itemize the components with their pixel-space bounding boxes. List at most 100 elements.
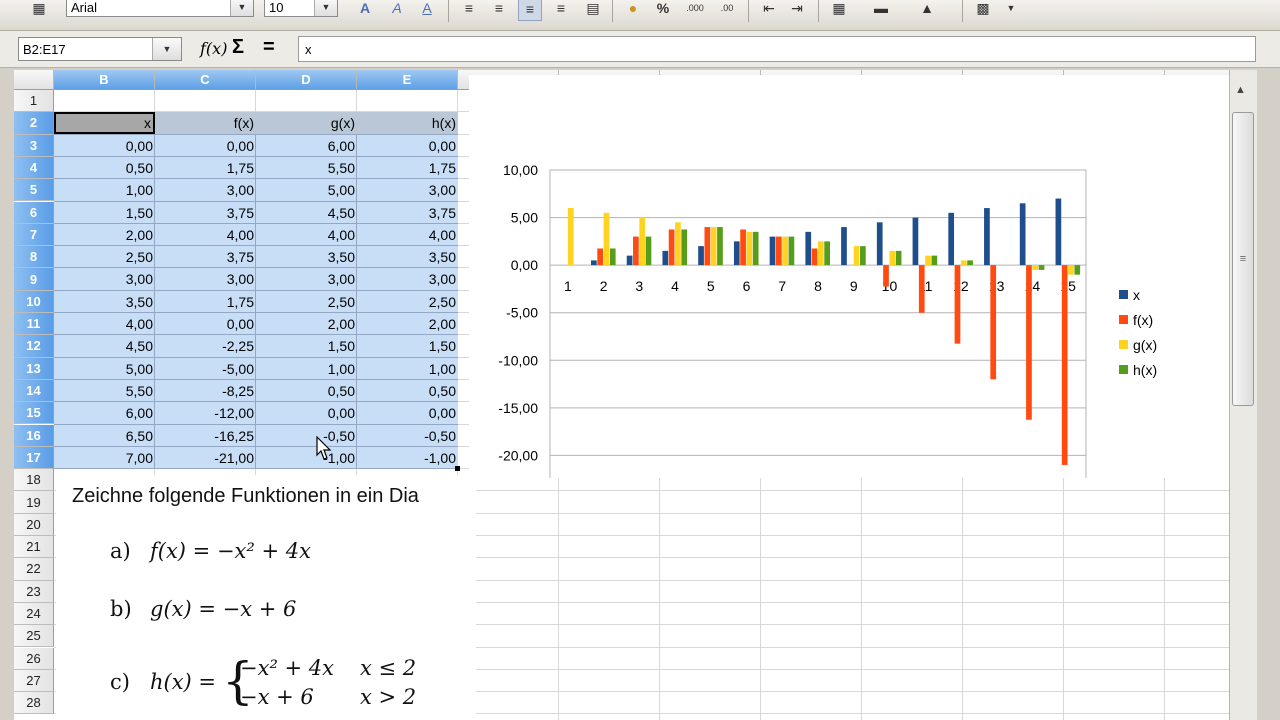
table-cell[interactable]: -8,25 bbox=[155, 380, 256, 402]
row-header-27[interactable]: 27 bbox=[14, 669, 54, 693]
row-header-20[interactable]: 20 bbox=[14, 513, 54, 536]
row-header-23[interactable]: 23 bbox=[14, 580, 54, 603]
table-cell[interactable]: 6,50 bbox=[54, 425, 155, 447]
row-header-25[interactable]: 25 bbox=[14, 625, 54, 648]
table-cell[interactable]: 1,50 bbox=[357, 335, 458, 357]
table-header-cell[interactable]: h(x) bbox=[357, 112, 458, 135]
row-header-28[interactable]: 28 bbox=[14, 692, 54, 715]
table-cell[interactable]: 4,50 bbox=[256, 202, 357, 224]
table-cell[interactable]: 3,00 bbox=[155, 268, 256, 290]
select-all-corner[interactable] bbox=[14, 70, 54, 90]
table-cell[interactable]: 4,00 bbox=[357, 224, 458, 246]
row-header-8[interactable]: 8 bbox=[14, 246, 54, 269]
align-left-icon[interactable]: ≡ bbox=[458, 0, 480, 19]
table-cell[interactable]: 5,50 bbox=[54, 380, 155, 402]
fill-handle[interactable] bbox=[455, 466, 460, 472]
table-cell[interactable]: 1,00 bbox=[357, 358, 458, 380]
table-cell[interactable]: 0,00 bbox=[357, 402, 458, 424]
merge-icon[interactable]: ▤ bbox=[582, 0, 604, 19]
font-size-box[interactable]: 10 ▼ bbox=[264, 0, 338, 17]
row-header-10[interactable]: 10 bbox=[14, 290, 54, 313]
table-cell[interactable]: 3,75 bbox=[155, 202, 256, 224]
table-cell[interactable]: 7,00 bbox=[54, 447, 155, 469]
table-cell[interactable]: 6,00 bbox=[256, 135, 357, 157]
align-right-icon[interactable]: ≡ bbox=[518, 0, 542, 21]
row-header-22[interactable]: 22 bbox=[14, 558, 54, 581]
table-cell[interactable]: -21,00 bbox=[155, 447, 256, 469]
table-cell[interactable]: 4,00 bbox=[54, 313, 155, 335]
table-cell[interactable]: 3,75 bbox=[357, 202, 458, 224]
chevron-down-icon[interactable]: ▼ bbox=[314, 0, 337, 16]
table-cell[interactable]: 1,75 bbox=[357, 157, 458, 179]
column-header-c[interactable]: C bbox=[155, 70, 256, 90]
row-header-5[interactable]: 5 bbox=[14, 179, 54, 202]
table-cell[interactable]: 1,50 bbox=[54, 202, 155, 224]
row-header-19[interactable]: 19 bbox=[14, 491, 54, 514]
row-header-12[interactable]: 12 bbox=[14, 335, 54, 358]
align-center-icon[interactable]: ≡ bbox=[488, 0, 510, 19]
table-cell[interactable]: 2,00 bbox=[256, 313, 357, 335]
table-cell[interactable]: 4,00 bbox=[155, 224, 256, 246]
table-cell[interactable]: 0,50 bbox=[357, 380, 458, 402]
indent-increase-icon[interactable]: ⇥ bbox=[786, 0, 808, 19]
table-cell[interactable]: 3,00 bbox=[155, 179, 256, 201]
table-cell[interactable]: 6,00 bbox=[54, 402, 155, 424]
chevron-down-icon[interactable]: ▼ bbox=[152, 38, 181, 60]
table-cell[interactable]: 1,75 bbox=[155, 291, 256, 313]
scrollbar-thumb[interactable]: ≡ bbox=[1232, 112, 1254, 406]
table-cell[interactable]: 3,00 bbox=[256, 268, 357, 290]
row-header-2[interactable]: 2 bbox=[14, 112, 54, 135]
row-header-24[interactable]: 24 bbox=[14, 602, 54, 626]
table-cell[interactable]: 1,00 bbox=[54, 179, 155, 201]
column-header-e[interactable]: E bbox=[357, 70, 458, 90]
row-header-13[interactable]: 13 bbox=[14, 357, 54, 380]
table-cell[interactable]: 0,00 bbox=[155, 313, 256, 335]
sum-icon[interactable]: Σ bbox=[232, 36, 244, 59]
function-wizard-icon[interactable]: f(x) bbox=[200, 39, 227, 58]
borders-icon[interactable]: ▦ bbox=[828, 0, 850, 19]
formula-input[interactable]: x bbox=[298, 36, 1256, 62]
table-cell[interactable]: 3,50 bbox=[54, 291, 155, 313]
row-header-16[interactable]: 16 bbox=[14, 424, 54, 447]
table-cell[interactable]: 5,00 bbox=[54, 358, 155, 380]
table-cell[interactable]: 0,00 bbox=[357, 135, 458, 157]
table-cell[interactable]: 3,00 bbox=[54, 268, 155, 290]
table-cell[interactable]: 1,75 bbox=[155, 157, 256, 179]
row-header-14[interactable]: 14 bbox=[14, 379, 54, 403]
table-cell[interactable]: 0,50 bbox=[54, 157, 155, 179]
table-cell[interactable]: -5,00 bbox=[155, 358, 256, 380]
row-header-18[interactable]: 18 bbox=[14, 469, 54, 492]
table-cell[interactable]: 3,50 bbox=[357, 246, 458, 268]
toolbar-expand-icon[interactable]: ▼ bbox=[1004, 0, 1018, 19]
table-header-cell[interactable]: g(x) bbox=[256, 112, 357, 135]
table-cell[interactable]: 3,00 bbox=[357, 268, 458, 290]
table-cell[interactable]: -1,00 bbox=[256, 447, 357, 469]
row-header-21[interactable]: 21 bbox=[14, 536, 54, 559]
table-cell[interactable]: 1,50 bbox=[256, 335, 357, 357]
scroll-up-icon[interactable]: ▲ bbox=[1235, 84, 1246, 96]
bar-chart[interactable]: 10,005,000,00-5,00-10,00-15,00-20,00-25,… bbox=[469, 75, 1240, 511]
table-cell[interactable]: -0,50 bbox=[256, 425, 357, 447]
row-header-3[interactable]: 3 bbox=[14, 134, 54, 157]
row-header-9[interactable]: 9 bbox=[14, 268, 54, 291]
decimal-remove-icon[interactable]: .00 bbox=[716, 0, 738, 19]
table-header-cell[interactable]: f(x) bbox=[155, 112, 256, 135]
table-cell[interactable]: 1,00 bbox=[256, 358, 357, 380]
table-cell[interactable]: -0,50 bbox=[357, 425, 458, 447]
row-header-6[interactable]: 6 bbox=[14, 201, 54, 224]
table-cell[interactable]: 3,50 bbox=[256, 246, 357, 268]
table-cell[interactable]: 3,00 bbox=[357, 179, 458, 201]
styles-icon[interactable]: ▦ bbox=[28, 0, 50, 19]
percent-icon[interactable]: % bbox=[652, 0, 674, 19]
justify-icon[interactable]: ≡ bbox=[550, 0, 572, 19]
indent-decrease-icon[interactable]: ⇤ bbox=[758, 0, 780, 19]
table-cell[interactable]: 4,50 bbox=[54, 335, 155, 357]
currency-icon[interactable]: ● bbox=[622, 0, 644, 19]
vertical-scrollbar[interactable]: ▲ ≡ bbox=[1229, 70, 1257, 720]
table-cell[interactable]: 0,00 bbox=[256, 402, 357, 424]
table-cell[interactable]: 2,00 bbox=[357, 313, 458, 335]
table-cell[interactable]: 4,00 bbox=[256, 224, 357, 246]
table-cell[interactable]: 2,50 bbox=[256, 291, 357, 313]
row-header-7[interactable]: 7 bbox=[14, 223, 54, 247]
table-cell[interactable]: 5,00 bbox=[256, 179, 357, 201]
